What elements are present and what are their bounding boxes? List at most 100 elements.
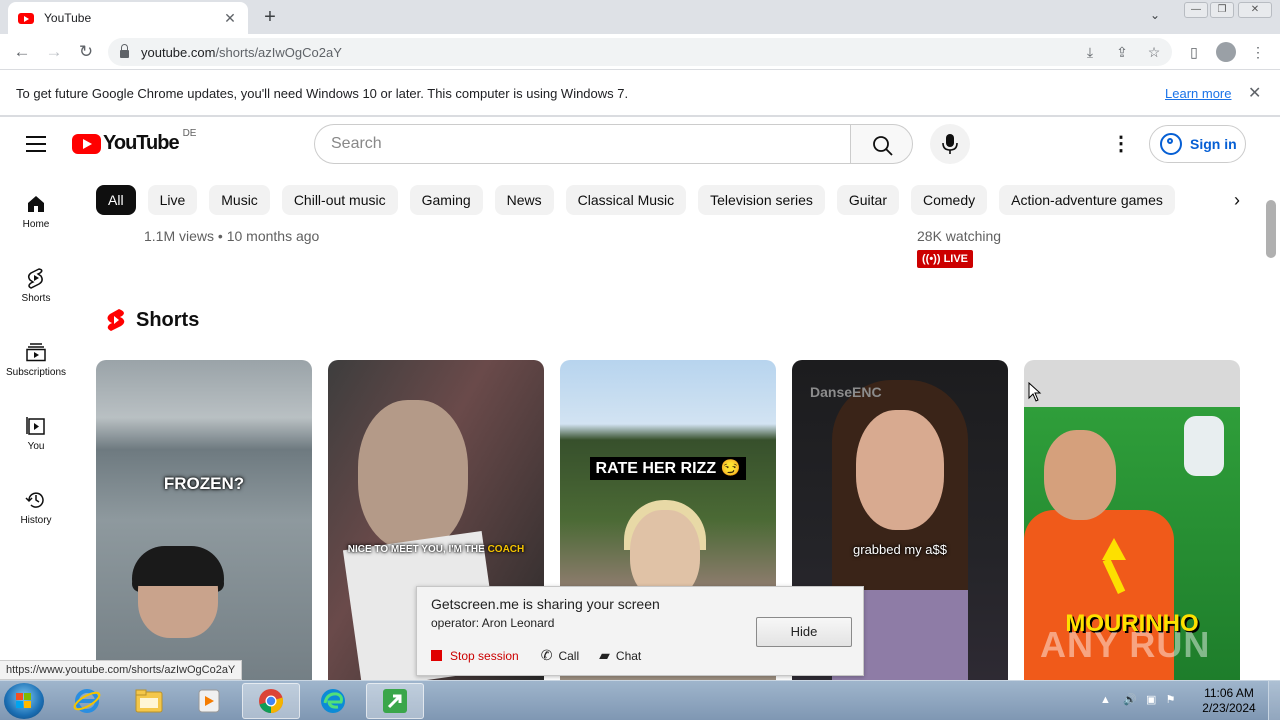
windows-logo-icon [16,693,32,709]
taskbar-edge[interactable] [304,683,362,719]
minimize-button[interactable]: — [1184,2,1208,18]
short-caption-1: FROZEN? [163,474,245,493]
logo-text: YouTube [103,132,180,154]
mini-guide: Home Shorts Subscriptions You History [0,173,72,663]
sign-in-button[interactable]: Sign in [1149,125,1246,163]
show-desktop-button[interactable] [1268,681,1280,720]
edge-icon [321,689,345,713]
sidebar-label-subscriptions: Subscriptions [5,367,67,378]
close-window-button[interactable]: ✕ [1238,2,1272,18]
chat-link[interactable]: Chat [616,649,641,663]
volume-icon[interactable]: 🔊 [1123,694,1137,706]
short-thumb-5-glove [1184,416,1224,476]
chip-gaming[interactable]: Gaming [409,185,483,215]
hide-button[interactable]: Hide [756,617,852,647]
sidebar-item-home[interactable]: Home [0,173,72,247]
bookmark-star-icon[interactable]: ☆ [1144,42,1164,62]
action-center-flag-icon[interactable]: ⚑ [1166,694,1176,706]
settings-dots-icon[interactable]: ⋮ [1111,134,1131,154]
chip-live[interactable]: Live [147,185,198,215]
search-button[interactable] [850,124,913,164]
update-infobar: To get future Google Chrome updates, you… [0,71,1280,117]
library-icon [26,417,45,435]
chrome-menu-icon[interactable]: ⋮ [1248,42,1268,62]
address-bar[interactable]: youtube.com/shorts/azIwOgCo2aY [108,38,1172,66]
url-domain: youtube.com [141,44,216,60]
sidebar-item-history[interactable]: History [0,469,72,543]
sidebar-label-home: Home [22,219,50,230]
search-input[interactable]: Search [314,124,851,164]
tab-search-chevron-icon[interactable]: ⌄ [1150,8,1160,22]
side-panel-icon[interactable]: ▯ [1184,42,1204,62]
start-button[interactable] [4,683,44,719]
short-thumb-5-face [1044,430,1116,520]
chip-classical-music[interactable]: Classical Music [565,185,687,215]
link-status-bubble: https://www.youtube.com/shorts/azIwOgCo2… [0,660,243,680]
new-tab-button[interactable]: + [258,6,282,28]
chip-guitar[interactable]: Guitar [836,185,899,215]
chip-news[interactable]: News [494,185,554,215]
sidebar-item-shorts[interactable]: Shorts [0,247,72,321]
taskbar-chrome[interactable] [242,683,300,719]
profile-avatar-icon[interactable] [1216,42,1236,62]
search-icon [873,136,893,156]
short-thumb-1-hat-top [132,546,224,586]
short-caption-3: RATE HER RIZZ 😏 [589,457,747,480]
chip-music[interactable]: Music [209,185,270,215]
restore-button[interactable]: ❐ [1210,2,1234,18]
install-icon[interactable]: ⤓ [1080,42,1100,62]
menu-hamburger-icon[interactable] [26,136,46,152]
taskbar-internet-explorer[interactable] [58,683,116,719]
close-tab-icon[interactable]: ✕ [222,10,238,27]
youtube-favicon-icon [18,12,34,24]
back-button[interactable]: ← [11,41,33,63]
short-card-1[interactable]: FROZEN? [96,360,312,680]
voice-search-button[interactable] [930,124,970,164]
history-icon [25,492,44,508]
taskbar-explorer[interactable] [120,683,178,719]
lock-icon[interactable] [120,44,129,58]
infobar-close-icon[interactable]: ✕ [1248,83,1261,103]
learn-more-link[interactable]: Learn more [1165,86,1231,101]
browser-toolbar: ← → ↻ youtube.com/shorts/azIwOgCo2aY ⤓ ⇪… [0,34,1280,70]
chip-comedy[interactable]: Comedy [910,185,988,215]
taskbar-clock[interactable]: 11:06 AM 2/23/2024 [1196,686,1262,716]
tab-strip: YouTube ✕ + ⌄ — ❐ ✕ [0,0,1280,34]
network-icon[interactable]: ▣ [1146,694,1156,706]
sidebar-item-you[interactable]: You [0,395,72,469]
page-scrollbar[interactable] [1266,200,1276,258]
chip-television-series[interactable]: Television series [698,185,825,215]
youtube-header: YouTube DE Search ⋮ Sign in [0,117,1280,173]
chat-bubble-icon: ▰ [599,647,610,663]
sidebar-label-shorts: Shorts [21,293,51,304]
watermark: ANY RUN [1040,624,1211,665]
forward-button[interactable]: → [43,41,65,63]
chip-action-adventure-games[interactable]: Action-adventure games [999,185,1175,215]
chip-chill-out-music[interactable]: Chill-out music [281,185,398,215]
shorts-logo-icon [107,309,125,331]
windows-taskbar: ▲ 🔊 ▣ ⚑ 11:06 AM 2/23/2024 [0,680,1280,720]
short-caption-2-text: NICE TO MEET YOU, I'M THE [347,544,485,555]
filter-chips-bar: All Live Music Chill-out music Gaming Ne… [96,185,1220,215]
short-caption-3-wrap: RATE HER RIZZ 😏 [560,457,776,480]
stop-session-link[interactable]: Stop session [450,649,519,663]
media-player-icon [198,689,220,713]
live-badge-text: LIVE [943,253,969,265]
short-brand-4: DanseENC [810,384,882,400]
taskbar-media-player[interactable] [180,683,238,719]
subscriptions-icon [26,343,46,362]
tab-youtube[interactable]: YouTube ✕ [8,2,248,34]
sidebar-item-subscriptions[interactable]: Subscriptions [0,321,72,395]
shorts-icon [27,268,43,289]
internet-explorer-icon [73,689,101,713]
getscreen-icon [383,689,407,713]
chevron-right-icon[interactable]: › [1226,189,1248,211]
youtube-play-icon [72,133,101,154]
chip-all[interactable]: All [96,185,136,215]
share-icon[interactable]: ⇪ [1112,42,1132,62]
call-link[interactable]: Call [558,649,579,663]
reload-button[interactable]: ↻ [75,41,97,63]
youtube-logo[interactable]: YouTube DE [72,128,196,155]
taskbar-getscreen[interactable] [366,683,424,719]
tray-show-hidden-icon[interactable]: ▲ [1100,694,1111,706]
